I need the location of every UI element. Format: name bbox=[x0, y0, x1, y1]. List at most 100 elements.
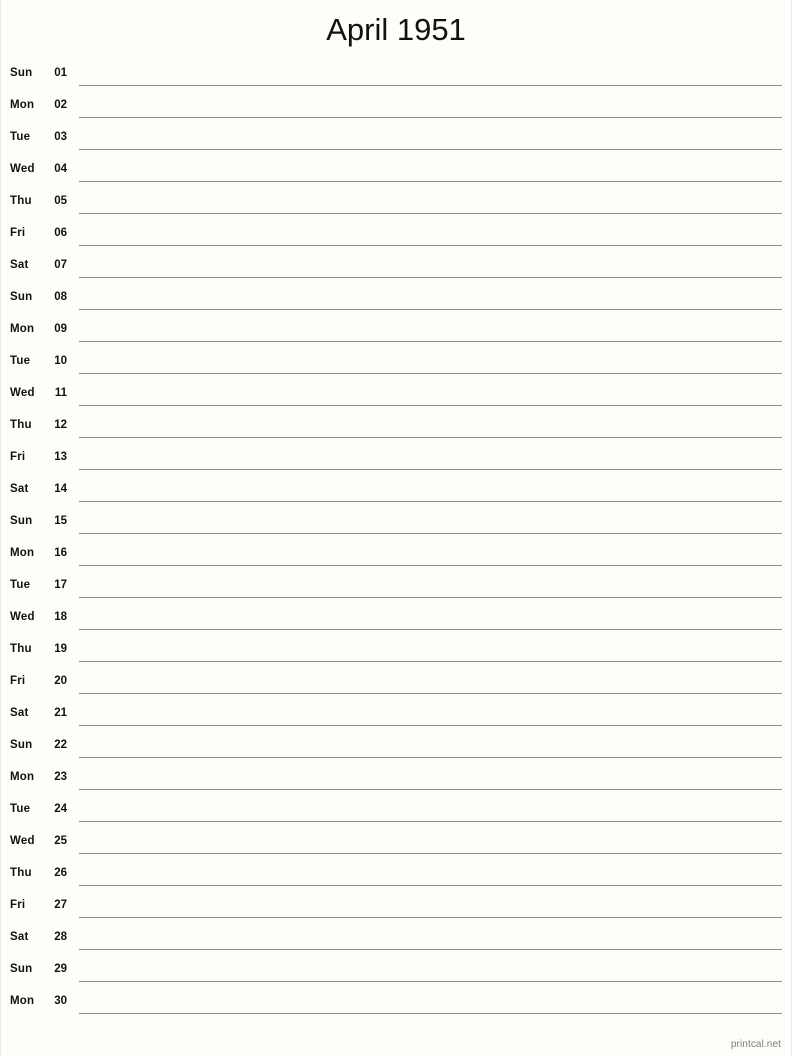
day-number-label: 28 bbox=[54, 931, 67, 943]
calendar-page: April 1951 Sun 01 Mon 02 Tue 03 Wed 04 T… bbox=[0, 0, 792, 1056]
calendar-day-row[interactable]: Fri 27 bbox=[1, 892, 791, 924]
day-number-label: 07 bbox=[54, 259, 67, 271]
day-of-week-label: Tue bbox=[10, 131, 31, 143]
calendar-day-row[interactable]: Fri 06 bbox=[1, 220, 791, 252]
calendar-day-row-inner: Sun 01 bbox=[1, 60, 791, 92]
calendar-day-row[interactable]: Tue 03 bbox=[1, 124, 791, 156]
calendar-day-row[interactable]: Tue 10 bbox=[1, 348, 791, 380]
calendar-day-row[interactable]: Sun 22 bbox=[1, 732, 791, 764]
day-number-label: 24 bbox=[54, 803, 67, 815]
calendar-day-row[interactable]: Wed 04 bbox=[1, 156, 791, 188]
calendar-day-row-inner: Wed 18 bbox=[1, 604, 791, 636]
calendar-day-row[interactable]: Sun 29 bbox=[1, 956, 791, 988]
calendar-day-row[interactable]: Tue 24 bbox=[1, 796, 791, 828]
day-of-week-label: Mon bbox=[10, 323, 35, 335]
day-number-label: 27 bbox=[54, 899, 67, 911]
page-title: April 1951 bbox=[326, 12, 466, 47]
calendar-day-row[interactable]: Wed 18 bbox=[1, 604, 791, 636]
calendar-day-row[interactable]: Mon 02 bbox=[1, 92, 791, 124]
day-of-week-label: Sat bbox=[10, 259, 29, 271]
writing-line bbox=[79, 341, 782, 342]
day-number-label: 04 bbox=[54, 163, 67, 175]
day-of-week-label: Tue bbox=[10, 355, 31, 367]
day-number-label: 20 bbox=[54, 675, 67, 687]
day-number-label: 05 bbox=[54, 195, 67, 207]
calendar-day-row-inner: Mon 09 bbox=[1, 316, 791, 348]
day-of-week-label: Mon bbox=[10, 99, 35, 111]
calendar-day-row[interactable]: Wed 25 bbox=[1, 828, 791, 860]
writing-line bbox=[79, 629, 782, 630]
calendar-day-row[interactable]: Thu 19 bbox=[1, 636, 791, 668]
calendar-day-row-inner: Fri 06 bbox=[1, 220, 791, 252]
day-number-label: 22 bbox=[54, 739, 67, 751]
writing-line bbox=[79, 373, 782, 374]
calendar-day-row[interactable]: Thu 26 bbox=[1, 860, 791, 892]
day-of-week-label: Fri bbox=[10, 899, 26, 911]
calendar-day-row[interactable]: Sat 07 bbox=[1, 252, 791, 284]
calendar-day-row[interactable]: Fri 20 bbox=[1, 668, 791, 700]
writing-line bbox=[79, 469, 782, 470]
calendar-day-row-inner: Tue 10 bbox=[1, 348, 791, 380]
calendar-day-row-inner: Fri 27 bbox=[1, 892, 791, 924]
day-number-label: 01 bbox=[54, 67, 67, 79]
day-of-week-label: Sat bbox=[10, 931, 29, 943]
day-number-label: 06 bbox=[54, 227, 67, 239]
day-of-week-label: Thu bbox=[10, 195, 32, 207]
day-number-label: 09 bbox=[54, 323, 67, 335]
day-number-label: 30 bbox=[54, 995, 67, 1007]
calendar-day-row-inner: Sat 14 bbox=[1, 476, 791, 508]
day-number-label: 14 bbox=[54, 483, 67, 495]
calendar-day-row[interactable]: Sun 01 bbox=[1, 60, 791, 92]
calendar-day-row[interactable]: Mon 16 bbox=[1, 540, 791, 572]
day-number-label: 21 bbox=[54, 707, 67, 719]
calendar-day-row[interactable]: Sat 28 bbox=[1, 924, 791, 956]
writing-line bbox=[79, 213, 782, 214]
calendar-day-row-inner: Thu 12 bbox=[1, 412, 791, 444]
calendar-day-row-inner: Tue 17 bbox=[1, 572, 791, 604]
day-of-week-label: Fri bbox=[10, 451, 26, 463]
writing-line bbox=[79, 853, 782, 854]
writing-line bbox=[79, 533, 782, 534]
calendar-day-row-inner: Tue 03 bbox=[1, 124, 791, 156]
calendar-day-row-inner: Fri 20 bbox=[1, 668, 791, 700]
calendar-day-row[interactable]: Mon 09 bbox=[1, 316, 791, 348]
writing-line bbox=[79, 949, 782, 950]
calendar-day-row[interactable]: Sat 14 bbox=[1, 476, 791, 508]
calendar-day-row-inner: Thu 05 bbox=[1, 188, 791, 220]
calendar-day-row[interactable]: Fri 13 bbox=[1, 444, 791, 476]
calendar-day-row[interactable]: Thu 05 bbox=[1, 188, 791, 220]
calendar-day-row-inner: Wed 11 bbox=[1, 380, 791, 412]
writing-line bbox=[79, 661, 782, 662]
day-of-week-label: Sun bbox=[10, 515, 33, 527]
calendar-day-row[interactable]: Thu 12 bbox=[1, 412, 791, 444]
day-number-label: 11 bbox=[54, 387, 67, 399]
calendar-day-row-inner: Mon 16 bbox=[1, 540, 791, 572]
calendar-day-row[interactable]: Sun 08 bbox=[1, 284, 791, 316]
calendar-day-row-inner: Sat 28 bbox=[1, 924, 791, 956]
calendar-day-row-inner: Sun 29 bbox=[1, 956, 791, 988]
writing-line bbox=[79, 885, 782, 886]
day-number-label: 03 bbox=[54, 131, 67, 143]
day-of-week-label: Sun bbox=[10, 67, 33, 79]
day-of-week-label: Sun bbox=[10, 291, 33, 303]
day-of-week-label: Sun bbox=[10, 963, 33, 975]
calendar-day-row[interactable]: Mon 30 bbox=[1, 988, 791, 1020]
day-of-week-label: Thu bbox=[10, 643, 32, 655]
writing-line bbox=[79, 309, 782, 310]
day-of-week-label: Wed bbox=[10, 387, 35, 399]
day-number-label: 23 bbox=[54, 771, 67, 783]
day-of-week-label: Sun bbox=[10, 739, 33, 751]
writing-line bbox=[79, 725, 782, 726]
writing-line bbox=[79, 565, 782, 566]
calendar-day-row-inner: Sat 07 bbox=[1, 252, 791, 284]
writing-line bbox=[79, 405, 782, 406]
calendar-day-row-inner: Wed 25 bbox=[1, 828, 791, 860]
calendar-day-row[interactable]: Tue 17 bbox=[1, 572, 791, 604]
calendar-day-row[interactable]: Sat 21 bbox=[1, 700, 791, 732]
day-of-week-label: Mon bbox=[10, 995, 35, 1007]
writing-line bbox=[79, 117, 782, 118]
calendar-day-row[interactable]: Wed 11 bbox=[1, 380, 791, 412]
calendar-day-row[interactable]: Sun 15 bbox=[1, 508, 791, 540]
calendar-day-row-inner: Sun 08 bbox=[1, 284, 791, 316]
calendar-day-row[interactable]: Mon 23 bbox=[1, 764, 791, 796]
